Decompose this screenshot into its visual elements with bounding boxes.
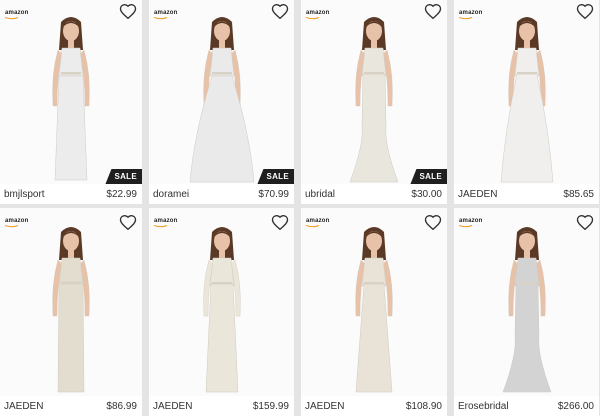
product-card[interactable]: amazon JAEDEN $86.99 <box>0 208 142 416</box>
amazon-smile-icon <box>306 17 320 20</box>
product-card[interactable]: amazon JAEDEN $108.90 <box>301 208 447 416</box>
product-brand[interactable]: ubridal <box>305 189 335 200</box>
product-brand[interactable]: Erosebridal <box>458 401 509 412</box>
product-info: ubridal $30.00 <box>301 184 447 204</box>
heart-outline-icon[interactable] <box>424 3 442 21</box>
amazon-logo: amazon <box>306 10 330 16</box>
heart-outline-icon[interactable] <box>271 214 289 232</box>
model-photo <box>202 227 241 393</box>
product-card[interactable]: amazon Erosebridal $266.00 <box>454 208 599 416</box>
product-card[interactable]: amazon JAEDEN $159.99 <box>149 208 294 416</box>
product-brand[interactable]: bmjlsport <box>4 189 45 200</box>
model-photo <box>52 17 90 181</box>
amazon-smile-icon <box>154 17 168 20</box>
product-price: $159.99 <box>252 400 289 412</box>
product-info: JAEDEN $85.65 <box>454 184 599 204</box>
product-brand[interactable]: JAEDEN <box>458 189 497 200</box>
product-card[interactable]: amazon SALE doramei $70.99 <box>149 0 294 204</box>
product-brand[interactable]: doramei <box>153 189 189 200</box>
product-card[interactable]: amazon SALE bmjlsport $22.99 <box>0 0 142 204</box>
amazon-logo: amazon <box>5 218 29 224</box>
amazon-smile-icon <box>459 17 473 20</box>
amazon-smile-icon <box>5 17 19 20</box>
heart-outline-icon[interactable] <box>271 3 289 21</box>
heart-outline-icon[interactable] <box>424 214 442 232</box>
model-photo <box>355 227 393 393</box>
amazon-logo: amazon <box>306 218 330 224</box>
product-info: JAEDEN $108.90 <box>301 396 447 416</box>
heart-outline-icon[interactable] <box>119 3 137 21</box>
product-price: $85.65 <box>563 188 594 200</box>
product-card[interactable]: amazon SALE ubridal $30.00 <box>301 0 447 204</box>
model-photo <box>349 17 399 183</box>
amazon-logo: amazon <box>459 218 483 224</box>
heart-outline-icon[interactable] <box>119 214 137 232</box>
product-info: JAEDEN $159.99 <box>149 396 294 416</box>
product-grid: amazon SALE bmjlsport $22.99 amazon SALE… <box>0 0 600 416</box>
heart-outline-icon[interactable] <box>576 3 594 21</box>
product-brand[interactable]: JAEDEN <box>305 401 344 412</box>
product-card[interactable]: amazon JAEDEN $85.65 <box>454 0 599 204</box>
product-price: $266.00 <box>557 400 594 412</box>
product-info: JAEDEN $86.99 <box>0 396 142 416</box>
product-brand[interactable]: JAEDEN <box>4 401 43 412</box>
amazon-smile-icon <box>306 225 320 228</box>
amazon-logo: amazon <box>459 10 483 16</box>
heart-outline-icon[interactable] <box>576 214 594 232</box>
sale-badge: SALE <box>410 169 447 184</box>
product-info: Erosebridal $266.00 <box>454 396 599 416</box>
product-price: $30.00 <box>411 188 442 200</box>
amazon-logo: amazon <box>154 10 178 16</box>
product-price: $22.99 <box>106 188 137 200</box>
model-photo <box>189 17 254 183</box>
product-price: $86.99 <box>106 400 137 412</box>
amazon-logo: amazon <box>5 10 29 16</box>
product-price: $108.90 <box>405 400 442 412</box>
model-photo <box>502 227 551 393</box>
product-info: bmjlsport $22.99 <box>0 184 142 204</box>
sale-badge: SALE <box>257 169 294 184</box>
amazon-smile-icon <box>154 225 168 228</box>
sale-badge: SALE <box>105 169 142 184</box>
amazon-logo: amazon <box>154 218 178 224</box>
product-info: doramei $70.99 <box>149 184 294 204</box>
amazon-smile-icon <box>5 225 19 228</box>
amazon-smile-icon <box>459 225 473 228</box>
model-photo <box>52 227 90 393</box>
product-brand[interactable]: JAEDEN <box>153 401 192 412</box>
product-price: $70.99 <box>258 188 289 200</box>
model-photo <box>500 17 553 183</box>
